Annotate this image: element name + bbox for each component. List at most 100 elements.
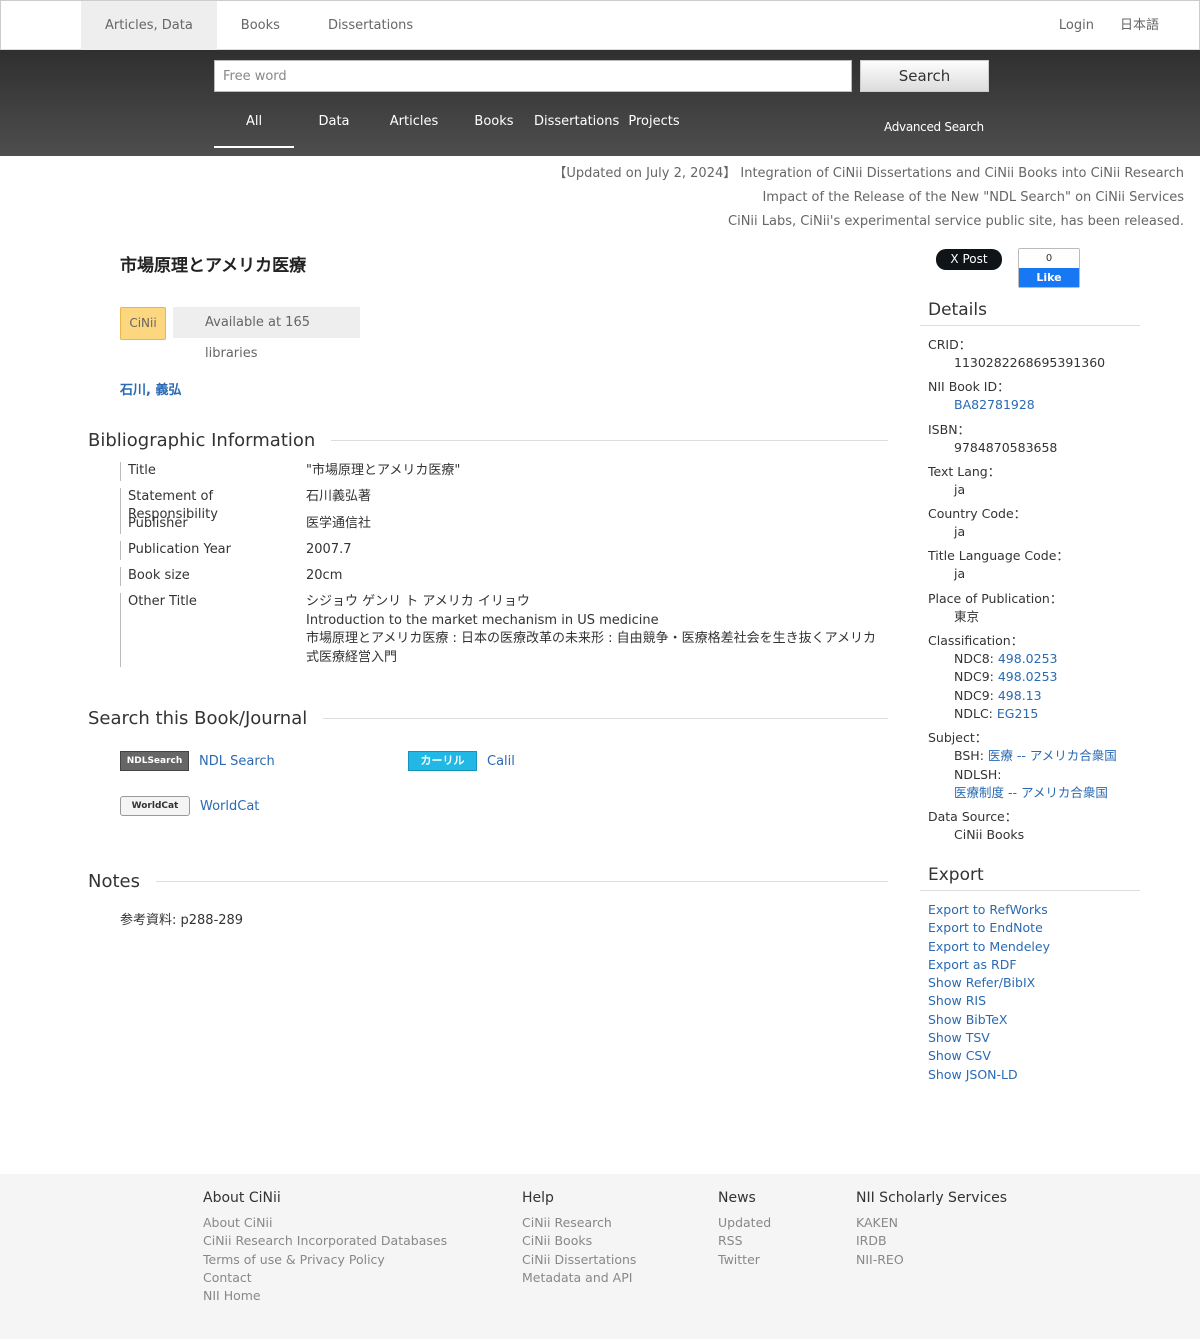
- ndl-search-link[interactable]: NDL Search: [199, 754, 275, 769]
- footer-link[interactable]: NII Home: [203, 1287, 447, 1305]
- calil-item[interactable]: カーリル Calil: [408, 751, 515, 771]
- subject-label: Subject：: [928, 730, 988, 746]
- footer-link[interactable]: CiNii Books: [522, 1232, 636, 1250]
- calil-link[interactable]: Calil: [487, 754, 515, 769]
- subject-link[interactable]: 医療制度 -- アメリカ合衆国: [954, 785, 1108, 800]
- export-endnote-link[interactable]: Export to EndNote: [928, 919, 1050, 937]
- bib-value: シジョウ ゲンリ ト アメリカ イリョウ Introduction to the…: [306, 593, 876, 667]
- footer-link[interactable]: Twitter: [718, 1251, 771, 1269]
- notes-text: 参考資料: p288-289: [120, 913, 244, 928]
- x-post-button[interactable]: X Post: [936, 249, 1002, 270]
- crid-value: 1130282268695391360: [954, 355, 1106, 370]
- export-heading: Export: [920, 865, 1140, 891]
- isbn-value: 9784870583658: [954, 439, 1058, 455]
- footer: About CiNii About CiNii CiNii Research I…: [0, 1174, 1200, 1339]
- language-switch[interactable]: 日本語: [1120, 1, 1159, 50]
- search-input[interactable]: [214, 60, 852, 92]
- footer-heading: About CiNii: [203, 1190, 281, 1206]
- text-lang-value: ja: [954, 481, 966, 497]
- classification-label: Classification：: [928, 633, 1024, 649]
- footer-link[interactable]: Contact: [203, 1269, 447, 1287]
- show-ris-link[interactable]: Show RIS: [928, 992, 1050, 1010]
- footer-link[interactable]: NII-REO: [856, 1251, 1007, 1269]
- bib-value: 20cm: [306, 568, 343, 583]
- tab-dissertations[interactable]: Dissertations: [304, 1, 437, 50]
- class-link[interactable]: 498.0253: [998, 651, 1058, 666]
- top-nav: Articles, Data Books Dissertations: [81, 1, 437, 50]
- login-link[interactable]: Login: [1059, 1, 1094, 50]
- scope-tab-articles[interactable]: Articles: [374, 102, 454, 148]
- export-mendeley-link[interactable]: Export to Mendeley: [928, 938, 1050, 956]
- subject-scheme: NDLSH:: [954, 766, 1002, 782]
- footer-link[interactable]: CiNii Research: [522, 1214, 636, 1232]
- ndl-search-logo[interactable]: NDLSearch: [120, 751, 189, 771]
- worldcat-item[interactable]: WorldCat WorldCat: [120, 796, 259, 816]
- show-refer-link[interactable]: Show Refer/BibIX: [928, 974, 1050, 992]
- advanced-search-link[interactable]: Advanced Search: [884, 120, 984, 134]
- cinii-badge[interactable]: CiNii: [120, 307, 166, 340]
- footer-heading: NII Scholarly Services: [856, 1190, 1008, 1206]
- footer-link[interactable]: About CiNii: [203, 1214, 447, 1232]
- show-tsv-link[interactable]: Show TSV: [928, 1029, 1050, 1047]
- class-link[interactable]: EG215: [997, 706, 1038, 721]
- footer-link[interactable]: CiNii Research Incorporated Databases: [203, 1232, 447, 1250]
- footer-news: News Updated RSS Twitter: [718, 1190, 771, 1269]
- bib-value: "市場原理とアメリカ医療": [306, 463, 461, 478]
- show-bibtex-link[interactable]: Show BibTeX: [928, 1011, 1050, 1029]
- subject-item: BSH: 医療 -- アメリカ合衆国: [928, 747, 1117, 765]
- like-label: Like: [1019, 268, 1079, 287]
- ndl-search-item[interactable]: NDLSearch NDL Search: [120, 751, 275, 771]
- divider: [156, 881, 888, 882]
- footer-link[interactable]: CiNii Dissertations: [522, 1251, 636, 1269]
- footer-link[interactable]: Metadata and API: [522, 1269, 636, 1287]
- scope-tab-all[interactable]: All: [214, 102, 294, 148]
- scope-tab-dissertations[interactable]: Dissertations: [534, 102, 619, 148]
- text-lang-label: Text Lang：: [928, 463, 1001, 479]
- bib-value: 2007.7: [306, 542, 352, 557]
- country-code-label: Country Code：: [928, 506, 1027, 522]
- notice-link[interactable]: CiNii Labs, CiNii's experimental service…: [553, 210, 1184, 234]
- search-button[interactable]: Search: [860, 60, 989, 92]
- footer-link[interactable]: Terms of use & Privacy Policy: [203, 1251, 447, 1269]
- nii-book-id-link[interactable]: BA82781928: [954, 397, 1035, 412]
- divider: [323, 718, 888, 719]
- search-band: Search All Data Articles Books Dissertat…: [0, 50, 1200, 156]
- details-heading: Details: [920, 300, 1140, 326]
- scope-tab-data[interactable]: Data: [294, 102, 374, 148]
- class-scheme: NDC8:: [954, 651, 998, 667]
- facebook-like-button[interactable]: 0 Like: [1018, 248, 1080, 288]
- class-link[interactable]: 498.0253: [998, 669, 1058, 684]
- bib-label: Other Title: [120, 593, 306, 667]
- calil-logo[interactable]: カーリル: [408, 751, 477, 771]
- isbn-label: ISBN：: [928, 421, 971, 437]
- place-label: Place of Publication：: [928, 590, 1063, 606]
- tab-books[interactable]: Books: [217, 1, 304, 50]
- footer-link[interactable]: KAKEN: [856, 1214, 1007, 1232]
- notice-link[interactable]: Impact of the Release of the New "NDL Se…: [553, 186, 1184, 210]
- bib-label: Publication Year: [120, 541, 306, 560]
- classification-item: NDC8: 498.0253: [928, 650, 1117, 668]
- footer-link[interactable]: IRDB: [856, 1232, 1007, 1250]
- availability-button[interactable]: Available at 165 libraries: [173, 307, 360, 361]
- show-jsonld-link[interactable]: Show JSON-LD: [928, 1066, 1050, 1084]
- export-refworks-link[interactable]: Export to RefWorks: [928, 901, 1050, 919]
- footer-link[interactable]: Updated: [718, 1214, 771, 1232]
- nii-book-id-label: NII Book ID：: [928, 379, 1010, 395]
- footer-about: About CiNii About CiNii CiNii Research I…: [203, 1190, 447, 1305]
- scope-tab-books[interactable]: Books: [454, 102, 534, 148]
- class-link[interactable]: 498.13: [998, 688, 1042, 703]
- notice-link[interactable]: 【Updated on July 2, 2024】 Integration of…: [553, 162, 1184, 186]
- tab-articles-data[interactable]: Articles, Data: [81, 1, 217, 50]
- country-code-value: ja: [954, 524, 966, 540]
- worldcat-link[interactable]: WorldCat: [200, 799, 259, 814]
- classification-item: NDC9: 498.13: [928, 687, 1117, 705]
- social-buttons: X Post 0 Like: [936, 248, 1080, 288]
- scope-tab-projects[interactable]: Projects: [614, 102, 694, 148]
- author-link[interactable]: 石川, 義弘: [120, 379, 181, 398]
- show-csv-link[interactable]: Show CSV: [928, 1047, 1050, 1065]
- footer-link[interactable]: RSS: [718, 1232, 771, 1250]
- worldcat-logo[interactable]: WorldCat: [120, 796, 190, 816]
- subject-link[interactable]: 医療 -- アメリカ合衆国: [988, 748, 1117, 763]
- export-rdf-link[interactable]: Export as RDF: [928, 956, 1050, 974]
- top-right-links: Login 日本語: [1059, 1, 1159, 50]
